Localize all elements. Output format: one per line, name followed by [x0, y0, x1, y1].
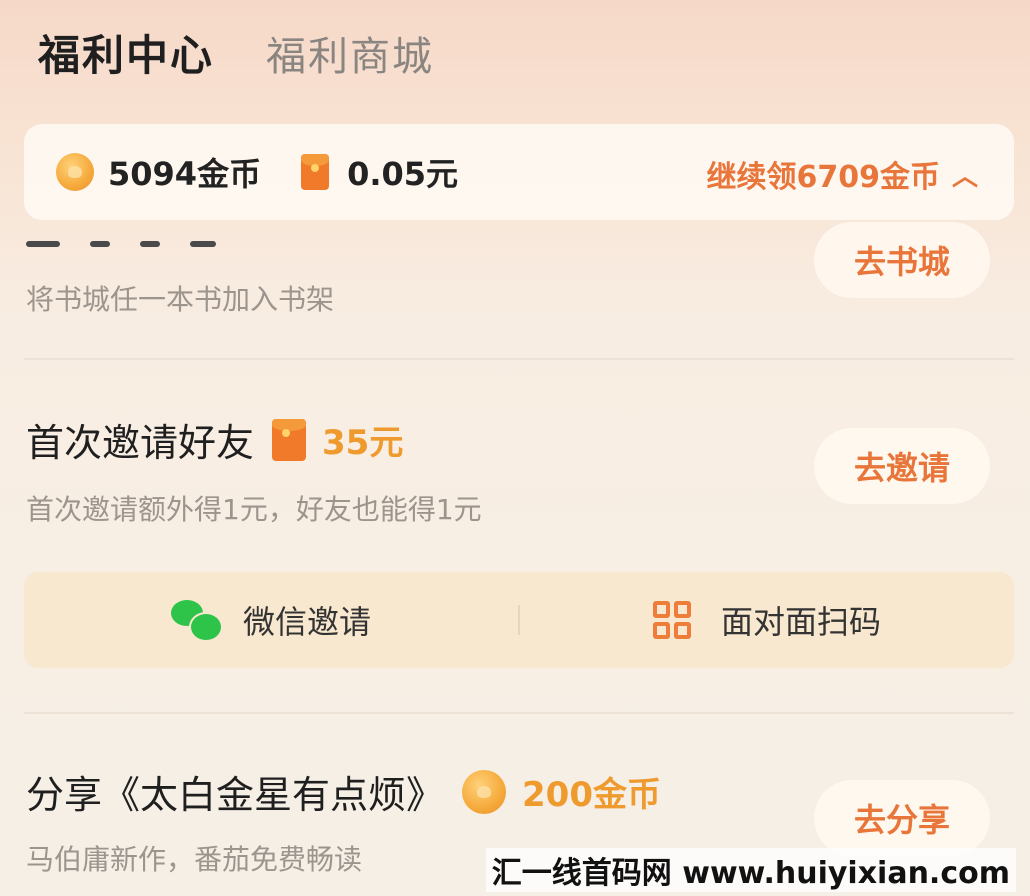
task-title-text: 首次邀请好友	[26, 421, 255, 465]
go-bookstore-button[interactable]: 去书城	[814, 222, 990, 298]
divider	[24, 712, 1014, 714]
coin-balance: 5094金币	[108, 155, 262, 193]
tab-welfare-center[interactable]: 福利中心	[38, 22, 214, 83]
watermark: 汇一线首码网 www.huiyixian.com	[485, 848, 1016, 892]
divider	[24, 358, 1014, 360]
task-desc: 马伯庸新作，番茄免费畅读	[26, 843, 363, 876]
more-coins-link[interactable]: 继续领6709金币 ︿	[706, 152, 978, 196]
wechat-invite-label: 微信邀请	[242, 603, 371, 641]
face-to-face-scan-label: 面对面扫码	[720, 603, 881, 641]
task-title-clipped	[26, 232, 286, 250]
task-title: 首次邀请好友 35元	[26, 412, 403, 467]
wallet-summary: 5094金币 0.05元 继续领6709金币 ︿	[24, 124, 1014, 220]
task-desc: 首次邀请额外得1元，好友也能得1元	[26, 493, 482, 526]
go-invite-button[interactable]: 去邀请	[814, 428, 990, 504]
wechat-invite-option[interactable]: 微信邀请	[24, 597, 518, 643]
face-to-face-scan-option[interactable]: 面对面扫码	[520, 597, 1014, 643]
coin-icon	[56, 153, 94, 191]
tab-welfare-mall[interactable]: 福利商城	[266, 24, 434, 82]
task-desc: 将书城任一本书加入书架	[26, 283, 335, 316]
invite-options-bar: 微信邀请 面对面扫码	[24, 572, 1014, 668]
coin-icon	[462, 769, 507, 814]
cash-balance: 0.05元	[347, 155, 459, 193]
task-title: 分享《太白金星有点烦》 200金币	[26, 764, 661, 819]
qr-code-icon	[652, 601, 691, 639]
more-coins-label: 继续领6709金币	[706, 160, 940, 195]
go-share-button[interactable]: 去分享	[814, 780, 990, 856]
chevron-up-icon: ︿	[951, 161, 978, 192]
wechat-icon	[170, 600, 223, 642]
red-packet-icon	[272, 418, 307, 461]
task-reward: 35元	[322, 423, 404, 463]
red-packet-icon	[301, 154, 330, 190]
task-reward: 200金币	[522, 775, 661, 815]
task-title-text: 分享《太白金星有点烦》	[26, 773, 445, 817]
header-tabs: 福利中心 福利商城	[38, 22, 434, 83]
